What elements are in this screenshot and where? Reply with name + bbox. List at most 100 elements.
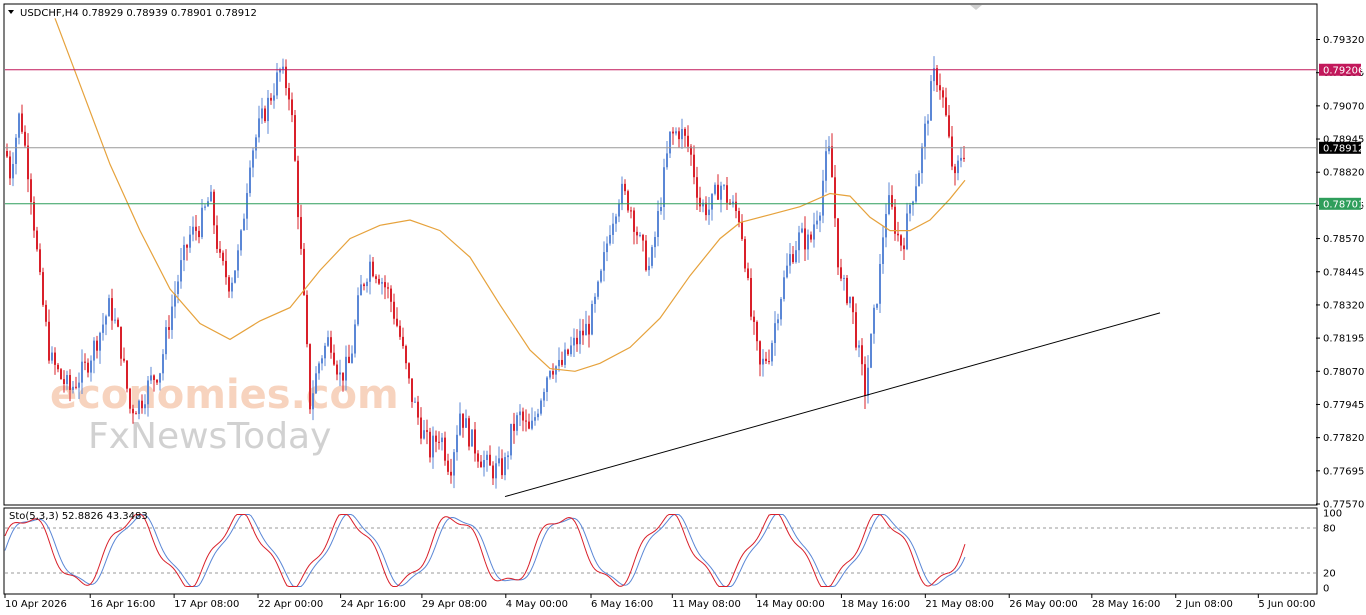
candle-body [78, 382, 80, 388]
candle-body [807, 234, 809, 250]
candle-body [465, 418, 467, 428]
candle-body [756, 321, 758, 342]
candle-body [318, 363, 320, 374]
candle-body [612, 223, 614, 235]
candle-body [114, 319, 116, 321]
candle-body [849, 296, 851, 304]
candle-body [861, 345, 863, 365]
candle-body [708, 209, 710, 216]
candle-body [165, 327, 167, 355]
candle-body [681, 129, 683, 140]
candle-body [228, 277, 230, 292]
candle-body [567, 349, 569, 355]
candle-body [846, 277, 848, 304]
candle-body [771, 343, 773, 362]
candle-body [426, 430, 428, 432]
candle-body [351, 353, 353, 363]
chart-canvas: 0.793200.791950.790700.789450.788200.786… [3, 3, 1364, 610]
candle-body [30, 179, 32, 202]
candle-body [669, 131, 671, 154]
candle-body [420, 417, 422, 439]
candle-body [819, 215, 821, 221]
candle-body [864, 364, 866, 396]
candle-body [606, 243, 608, 253]
candle-body [525, 420, 527, 422]
candle-body [480, 461, 482, 468]
candle-body [855, 312, 857, 348]
candle-body [723, 185, 725, 187]
candle-body [222, 252, 224, 261]
candle-body [519, 411, 521, 416]
candle-body [834, 177, 836, 219]
candle-body [852, 296, 854, 313]
candle-body [714, 184, 716, 194]
candle-body [369, 261, 371, 282]
candle-body [378, 278, 380, 284]
candle-body [231, 282, 233, 292]
candle-body [36, 230, 38, 250]
candle-body [342, 372, 344, 381]
candle-body [327, 337, 329, 346]
candle-body [75, 386, 77, 388]
stoch-tick-label: 80 [1323, 524, 1336, 535]
candle-body [633, 210, 635, 232]
candle-body [960, 157, 962, 161]
candle-body [837, 218, 839, 268]
candle-body [591, 303, 593, 335]
candle-body [261, 108, 263, 119]
candle-body [117, 319, 119, 327]
candle-body [405, 346, 407, 364]
candle-body [804, 228, 806, 250]
candle-body [843, 277, 845, 279]
candle-body [429, 431, 431, 458]
candle-body [258, 118, 260, 138]
candle-body [705, 202, 707, 216]
candle-body [189, 234, 191, 248]
candle-body [840, 267, 842, 279]
candle-body [39, 249, 41, 273]
candle-body [123, 358, 125, 361]
candle-body [246, 193, 248, 219]
candle-body [9, 156, 11, 179]
candle-body [702, 202, 704, 207]
candle-body [396, 318, 398, 326]
candle-body [102, 324, 104, 333]
candle-body [183, 244, 185, 261]
candle-body [558, 359, 560, 367]
candle-body [516, 415, 518, 431]
candle-body [540, 400, 542, 414]
candle-body [582, 330, 584, 336]
candle-body [609, 234, 611, 244]
time-tick-label: 21 May 08:00 [925, 599, 994, 610]
candle-body [951, 136, 953, 167]
candle-body [186, 244, 188, 248]
candle-body [687, 135, 689, 147]
candle-body [594, 296, 596, 304]
candle-body [321, 358, 323, 364]
candle-body [549, 371, 551, 378]
price-tick-label: 0.79320 [1323, 35, 1364, 46]
candle-body [69, 375, 71, 390]
candle-body [33, 201, 35, 231]
time-tick-label: 17 Apr 08:00 [174, 599, 239, 610]
time-tick-label: 10 Apr 2026 [5, 599, 67, 610]
candle-body [438, 441, 440, 443]
candle-body [744, 239, 746, 269]
candle-body [585, 323, 587, 336]
candle-body [219, 248, 221, 253]
candle-body [930, 81, 932, 121]
price-tick-label: 0.78820 [1323, 168, 1364, 179]
stochastic-header: Sto(5,3,3) 52.8826 43.3483 [9, 511, 148, 522]
candle-body [54, 352, 56, 365]
candle-body [93, 340, 95, 361]
time-tick-label: 14 May 00:00 [756, 599, 825, 610]
candle-body [489, 454, 491, 466]
candle-body [45, 304, 47, 322]
candle-body [873, 307, 875, 334]
candle-body [432, 435, 434, 458]
candle-body [447, 460, 449, 472]
candle-body [747, 268, 749, 279]
candle-body [573, 337, 575, 346]
candle-body [678, 131, 680, 140]
candle-body [354, 324, 356, 354]
